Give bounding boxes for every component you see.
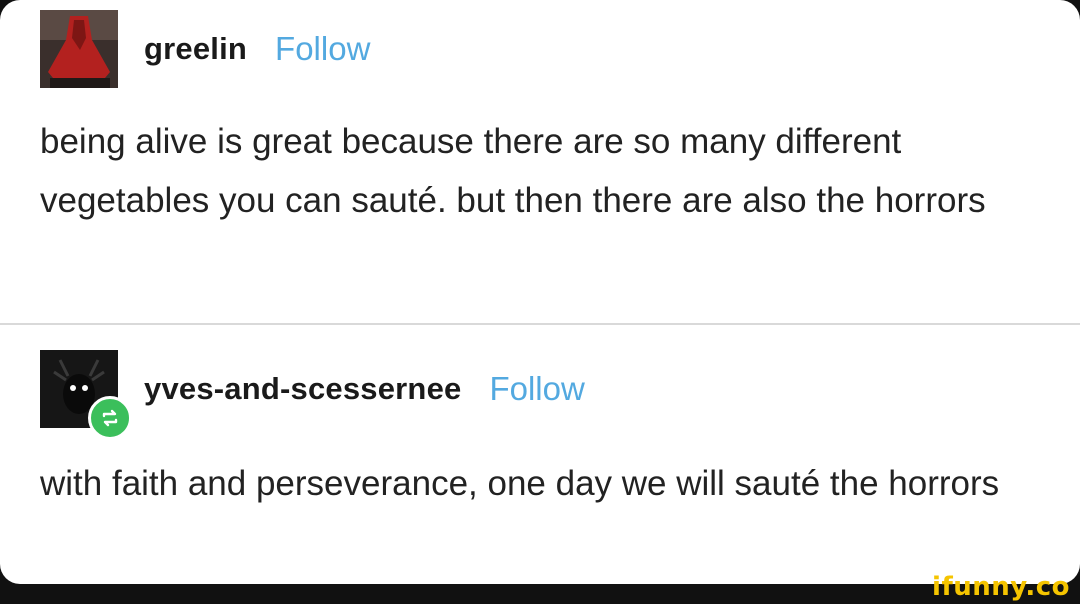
screenshot: greelin Follow being alive is great beca…: [0, 0, 1080, 604]
username[interactable]: greelin: [144, 31, 247, 67]
username[interactable]: yves-and-scessernee: [144, 371, 461, 407]
avatar[interactable]: [40, 10, 118, 88]
post-reblog: yves-and-scessernee Follow with faith an…: [0, 326, 1080, 584]
watermark: ifunny.co: [932, 572, 1070, 602]
follow-button[interactable]: Follow: [275, 30, 370, 68]
post-text: with faith and perseverance, one day we …: [40, 464, 1000, 503]
avatar-image: [40, 10, 118, 88]
post-header: greelin Follow: [40, 10, 370, 88]
post-header: yves-and-scessernee Follow: [40, 350, 585, 440]
reblog-icon: [102, 409, 118, 427]
avatar[interactable]: [40, 350, 132, 440]
post-original: greelin Follow being alive is great beca…: [0, 0, 1080, 324]
follow-button[interactable]: Follow: [489, 370, 584, 408]
divider: [0, 323, 1080, 325]
post-card: greelin Follow being alive is great beca…: [0, 0, 1080, 584]
post-text: being alive is great because there are s…: [40, 122, 986, 220]
reblog-badge: [88, 396, 132, 440]
